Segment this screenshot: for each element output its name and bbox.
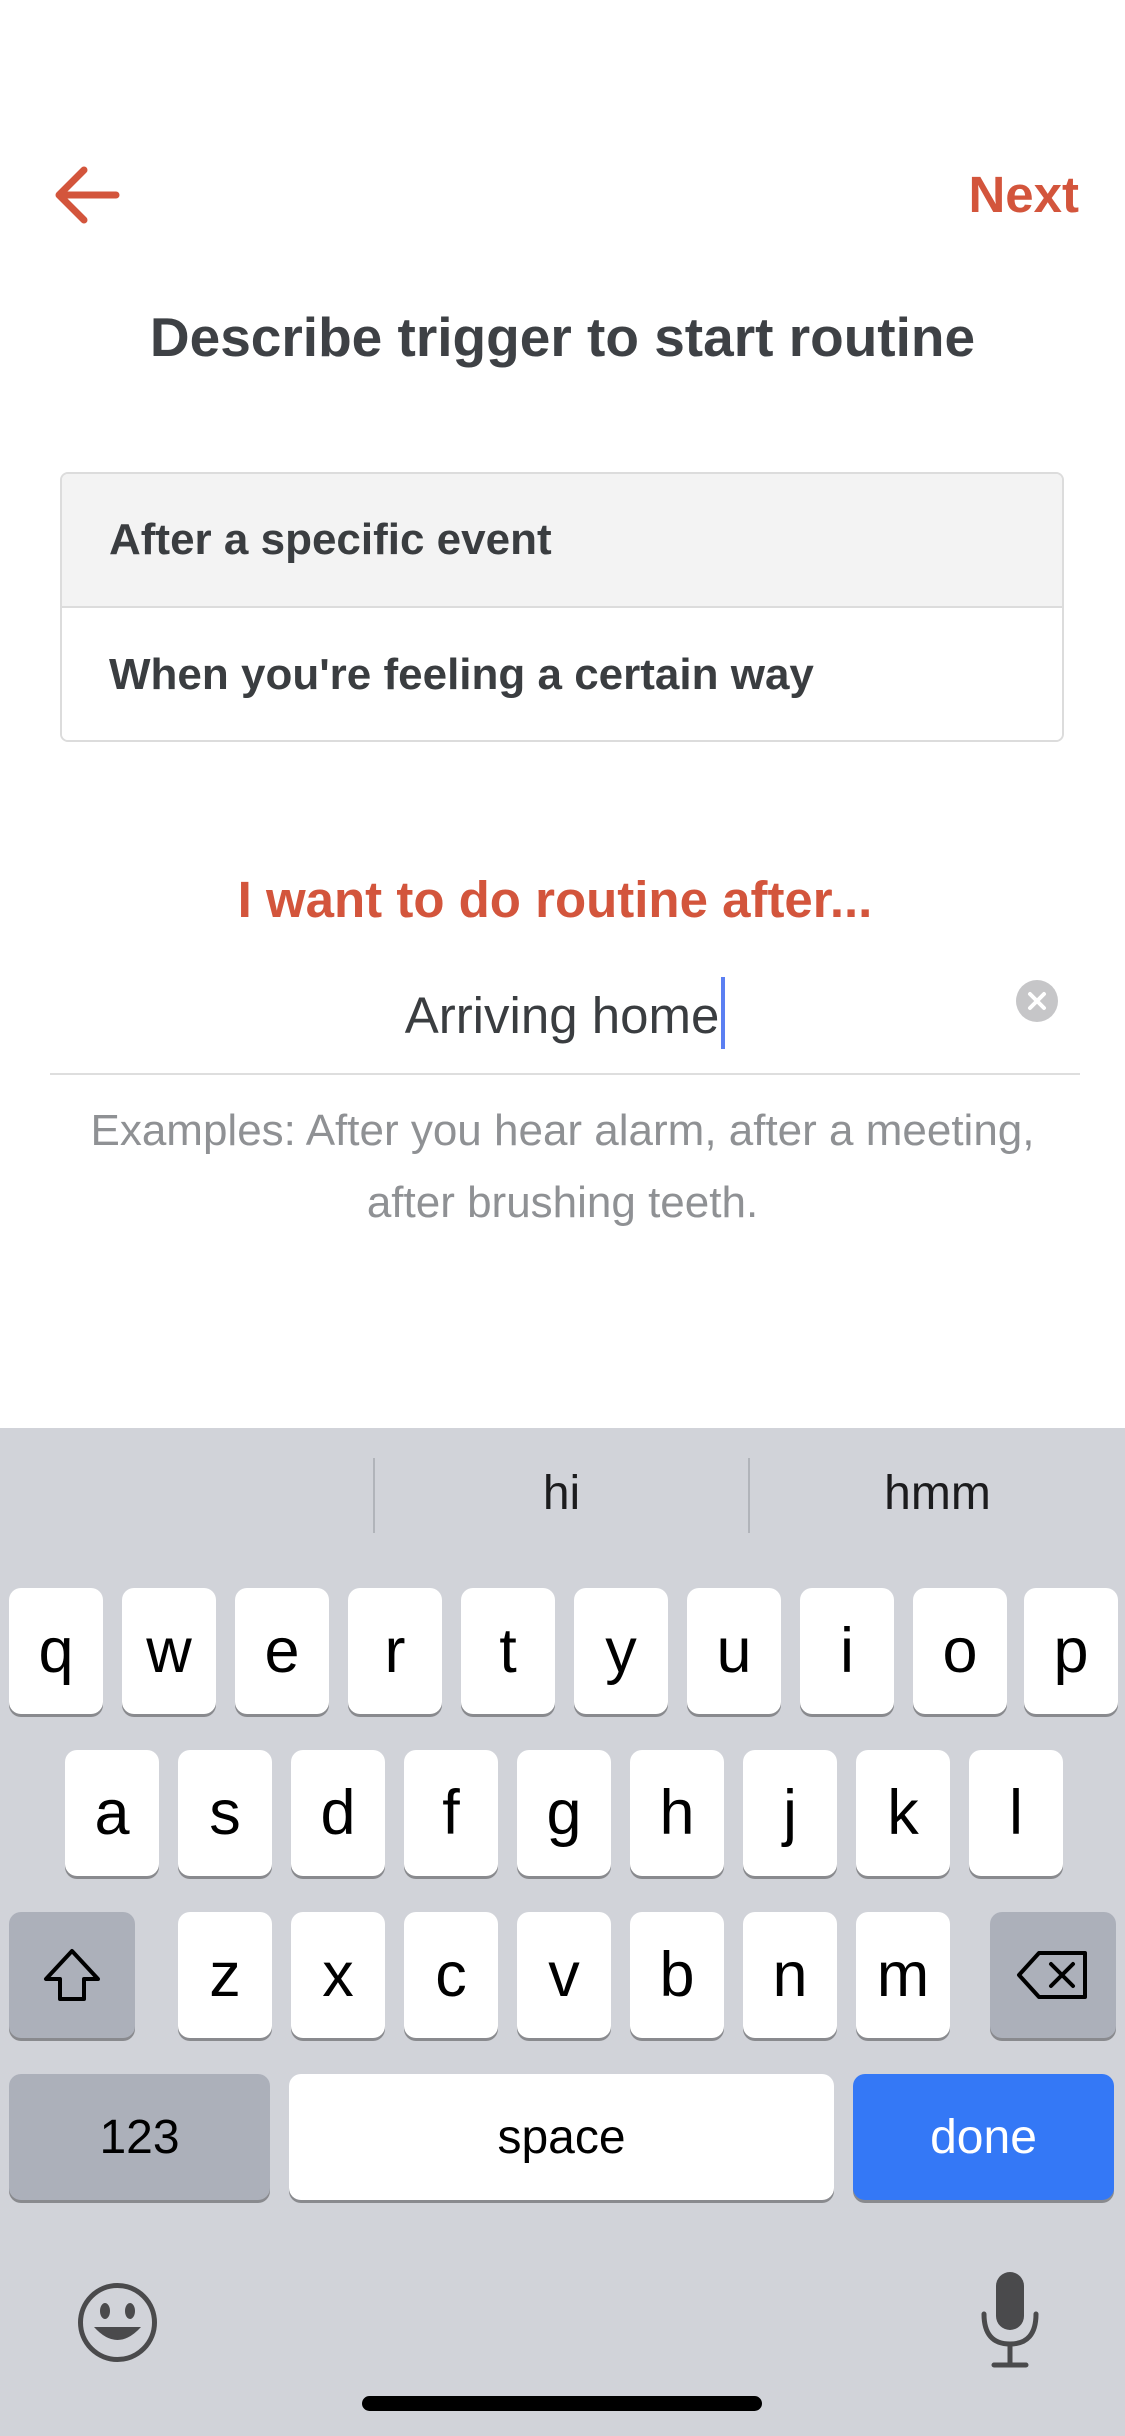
key-y[interactable]: y bbox=[574, 1588, 668, 1714]
emoji-icon bbox=[78, 2283, 157, 2362]
suggestion-2[interactable]: hi bbox=[375, 1428, 748, 1558]
trigger-input-field[interactable]: Arriving home bbox=[50, 977, 1080, 1049]
trigger-options: After a specific event When you're feeli… bbox=[60, 472, 1064, 742]
keyboard: hi hmm q w e r t y u i o p a s d f g h j… bbox=[0, 1428, 1125, 2436]
microphone-icon bbox=[981, 2272, 1039, 2368]
trigger-input-value: Arriving home bbox=[404, 987, 720, 1044]
text-caret bbox=[721, 977, 726, 1049]
clear-circle-icon bbox=[1028, 992, 1046, 1010]
option-specific-event[interactable]: After a specific event bbox=[62, 474, 1062, 608]
key-m[interactable]: m bbox=[856, 1912, 950, 2038]
key-q[interactable]: q bbox=[9, 1588, 103, 1714]
key-e[interactable]: e bbox=[235, 1588, 329, 1714]
option-feeling[interactable]: When you're feeling a certain way bbox=[62, 608, 1062, 740]
backspace-icon bbox=[1017, 1951, 1087, 1999]
suggestion-3[interactable]: hmm bbox=[750, 1428, 1125, 1558]
key-x[interactable]: x bbox=[291, 1912, 385, 2038]
key-i[interactable]: i bbox=[800, 1588, 894, 1714]
key-h[interactable]: h bbox=[630, 1750, 724, 1876]
numbers-key[interactable]: 123 bbox=[9, 2074, 270, 2200]
delete-key[interactable] bbox=[990, 1912, 1116, 2038]
clear-input-button[interactable] bbox=[1016, 980, 1058, 1022]
done-key[interactable]: done bbox=[853, 2074, 1114, 2200]
key-b[interactable]: b bbox=[630, 1912, 724, 2038]
key-s[interactable]: s bbox=[178, 1750, 272, 1876]
key-n[interactable]: n bbox=[743, 1912, 837, 2038]
arrow-left-icon bbox=[55, 166, 120, 224]
key-j[interactable]: j bbox=[743, 1750, 837, 1876]
key-d[interactable]: d bbox=[291, 1750, 385, 1876]
examples-line-2: after brushing teeth. bbox=[366, 1178, 759, 1227]
emoji-button[interactable] bbox=[70, 2275, 165, 2370]
key-o[interactable]: o bbox=[913, 1588, 1007, 1714]
shift-icon bbox=[44, 1949, 100, 2001]
key-g[interactable]: g bbox=[517, 1750, 611, 1876]
microphone-button[interactable] bbox=[960, 2266, 1060, 2376]
key-u[interactable]: u bbox=[687, 1588, 781, 1714]
examples-line-1: Examples: After you hear alarm, after a … bbox=[90, 1106, 1035, 1155]
shift-key[interactable] bbox=[9, 1912, 135, 2038]
key-p[interactable]: p bbox=[1024, 1588, 1118, 1714]
key-v[interactable]: v bbox=[517, 1912, 611, 2038]
key-r[interactable]: r bbox=[348, 1588, 442, 1714]
suggestion-1[interactable] bbox=[0, 1428, 373, 1558]
space-key[interactable]: space bbox=[289, 2074, 834, 2200]
page-title: Describe trigger to start routine bbox=[149, 306, 976, 368]
key-l[interactable]: l bbox=[969, 1750, 1063, 1876]
next-button[interactable]: Next bbox=[968, 165, 1079, 224]
key-t[interactable]: t bbox=[461, 1588, 555, 1714]
key-f[interactable]: f bbox=[404, 1750, 498, 1876]
examples-hint: Examples: After you hear alarm, after a … bbox=[40, 1095, 1085, 1239]
key-c[interactable]: c bbox=[404, 1912, 498, 2038]
trigger-input[interactable]: Arriving home bbox=[50, 955, 1080, 1075]
home-indicator bbox=[362, 2396, 762, 2411]
key-a[interactable]: a bbox=[65, 1750, 159, 1876]
back-button[interactable] bbox=[40, 150, 140, 250]
key-w[interactable]: w bbox=[122, 1588, 216, 1714]
key-k[interactable]: k bbox=[856, 1750, 950, 1876]
routine-prompt: I want to do routine after... bbox=[237, 871, 873, 928]
key-z[interactable]: z bbox=[178, 1912, 272, 2038]
